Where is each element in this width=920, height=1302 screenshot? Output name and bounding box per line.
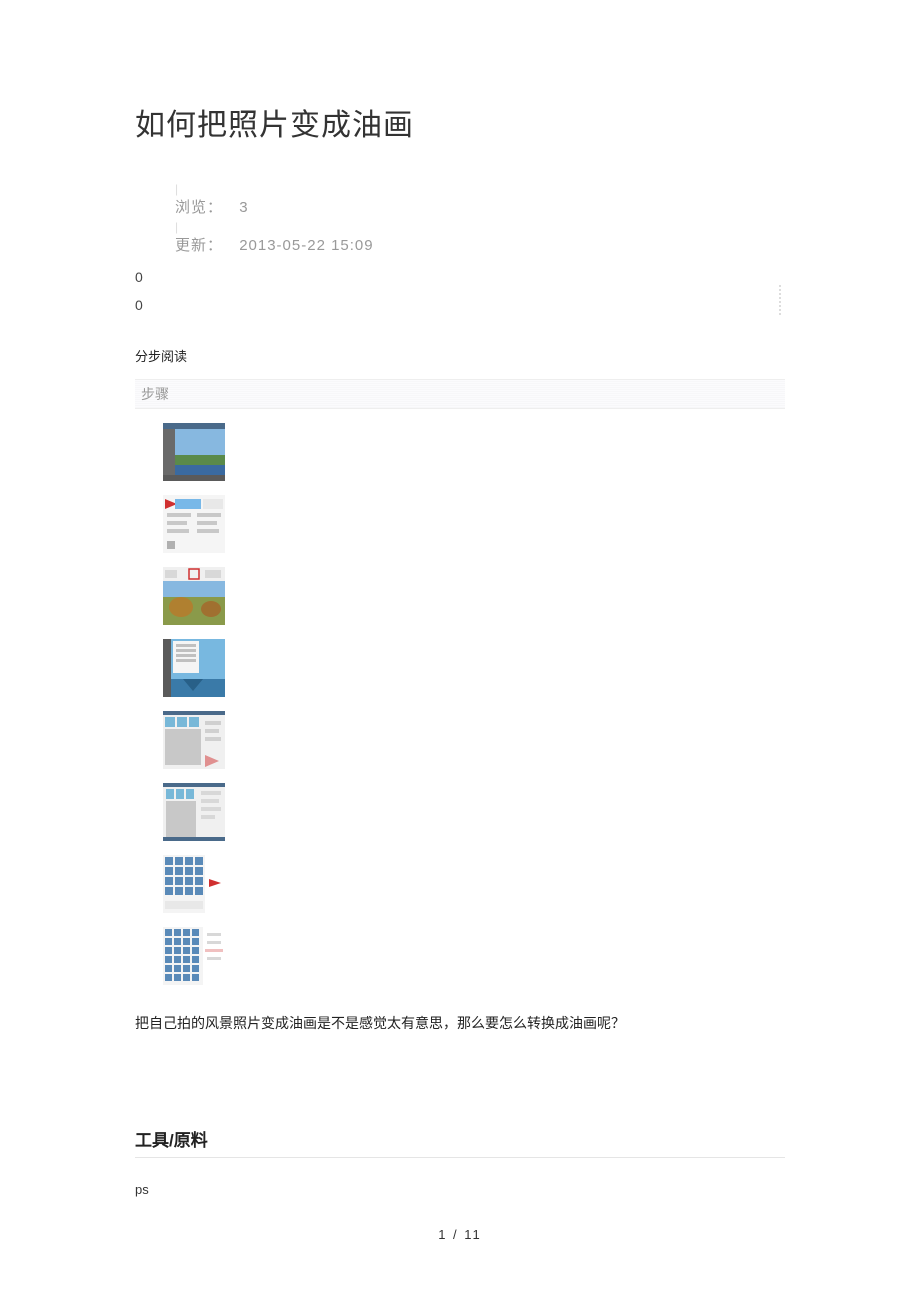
count-b: 0 — [135, 294, 785, 316]
divider: | — [175, 184, 785, 194]
step-thumb-4[interactable] — [163, 639, 225, 697]
updated-row: 更新： 2013-05-22 15:09 — [175, 232, 785, 260]
views-row: 浏览： 3 — [175, 194, 785, 222]
step-read-link[interactable]: 分步阅读 — [135, 346, 785, 365]
step-thumb-7[interactable] — [163, 855, 225, 913]
updated-label: 更新： — [175, 232, 223, 260]
page-number: 1 / 11 — [0, 1227, 920, 1262]
step-thumb-2[interactable] — [163, 495, 225, 553]
step-thumb-6[interactable] — [163, 783, 225, 841]
step-thumb-8[interactable] — [163, 927, 225, 985]
count-a: 0 — [135, 266, 785, 288]
step-thumb-1[interactable] — [163, 423, 225, 481]
page-title: 如何把照片变成油画 — [135, 100, 785, 144]
updated-value: 2013-05-22 15:09 — [239, 232, 373, 260]
views-label: 浏览： — [175, 194, 223, 222]
steps-header: 步骤 — [135, 379, 785, 409]
tools-section-title: 工具/原料 — [135, 1126, 785, 1158]
divider: | — [175, 222, 785, 232]
meta-block: | 浏览： 3 | 更新： 2013-05-22 15:09 — [175, 184, 785, 260]
views-value: 3 — [239, 194, 248, 222]
intro-text: 把自己拍的风景照片变成油画是不是感觉太有意思，那么要怎么转换成油画呢？ — [135, 1011, 785, 1036]
tool-item: ps — [135, 1182, 785, 1197]
step-thumbnails — [163, 423, 785, 985]
step-thumb-3[interactable] — [163, 567, 225, 625]
step-thumb-5[interactable] — [163, 711, 225, 769]
side-dots-icon — [779, 285, 785, 315]
